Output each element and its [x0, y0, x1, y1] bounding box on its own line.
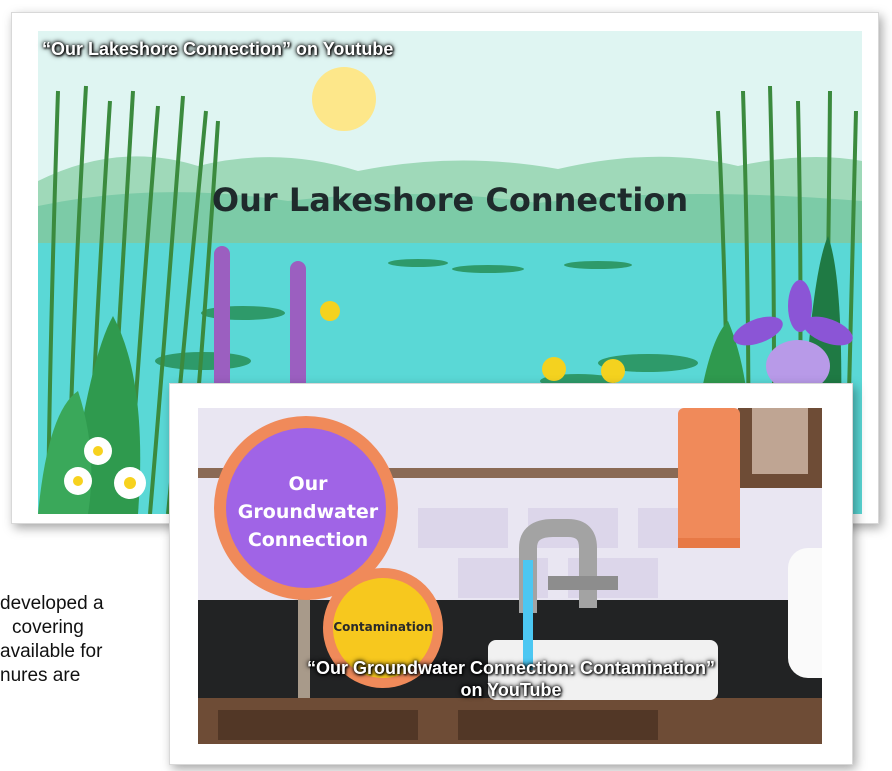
lakeshore-caption[interactable]: “Our Lakeshore Connection” on Youtube	[42, 39, 878, 60]
lakeshore-title: Our Lakeshore Connection	[211, 181, 689, 219]
towel	[678, 408, 740, 548]
groundwater-caption-line: “Our Groundwater Connection: Contaminati…	[307, 658, 715, 678]
water-stream	[523, 560, 533, 670]
body-text-line: available for	[0, 641, 103, 662]
body-text-line: covering	[12, 617, 84, 638]
groundwater-label: Our Groundwater Connection	[228, 470, 388, 554]
groundwater-label-line: Connection	[247, 529, 369, 551]
groundwater-label-line: Groundwater	[237, 501, 379, 523]
groundwater-label-line: Our	[288, 473, 328, 495]
groundwater-caption-line: on YouTube	[460, 680, 562, 700]
groundwater-video-card[interactable]: Our Groundwater Connection Contamination…	[169, 383, 853, 765]
sun-icon	[312, 67, 376, 131]
body-text: developed a covering available for nures…	[0, 592, 180, 688]
body-text-line: nures are	[0, 665, 81, 686]
contamination-badge: Contamination	[333, 620, 433, 634]
groundwater-caption[interactable]: “Our Groundwater Connection: Contaminati…	[170, 657, 852, 701]
body-text-line: developed a	[0, 593, 104, 614]
